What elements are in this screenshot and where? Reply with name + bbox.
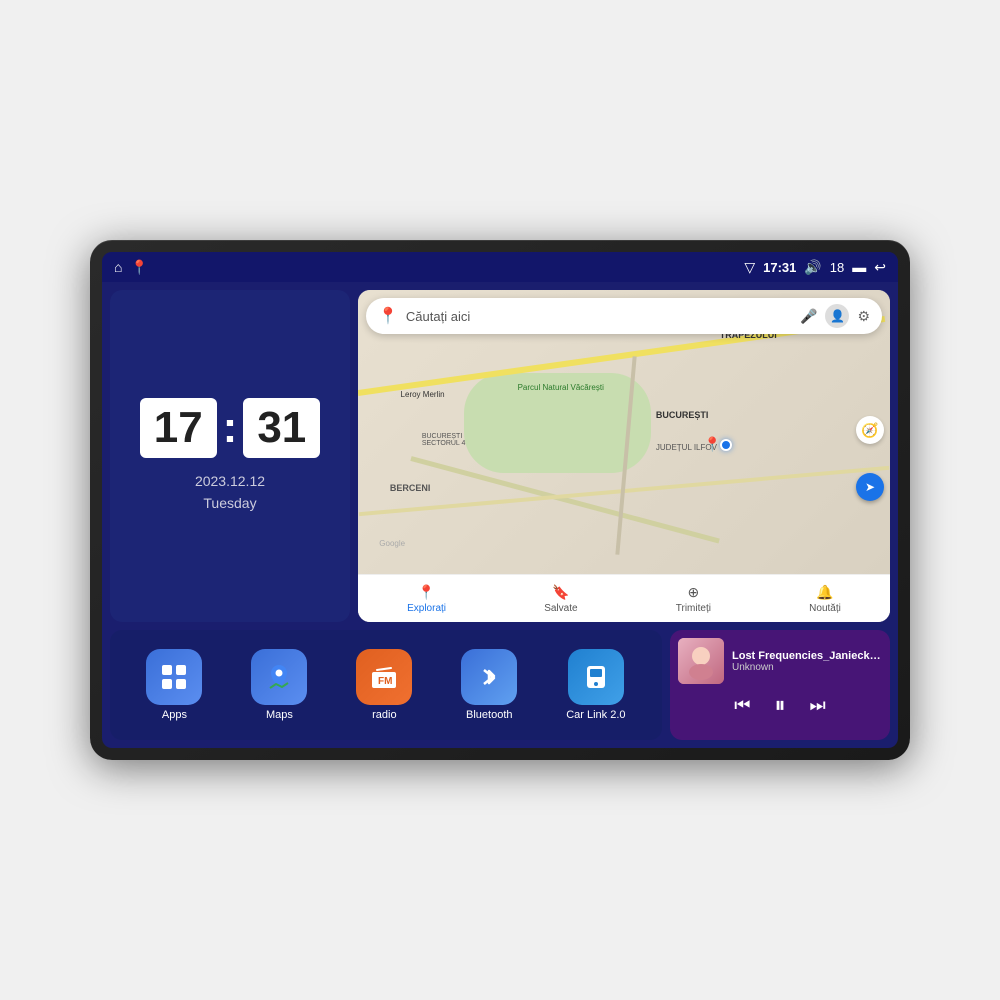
map-panel[interactable]: TRAPEZULUI BUCUREȘTI JUDEȚUL ILFOV BERCE… (358, 290, 890, 622)
clock-display: 17 : 31 (140, 398, 321, 458)
maps-icon (251, 649, 307, 705)
home-icon[interactable]: ⌂ (114, 259, 122, 275)
map-nav-explore[interactable]: 📍 Explorați (407, 584, 446, 614)
clock-date: 2023.12.12 Tuesday (195, 470, 265, 515)
svg-text:FM: FM (378, 676, 392, 687)
volume-level: 18 (830, 260, 844, 275)
next-button[interactable]: ⏭ (810, 695, 826, 716)
map-search-text[interactable]: Căutați aici (406, 309, 792, 324)
back-icon[interactable]: ↩ (874, 259, 886, 276)
apps-icon (146, 649, 202, 705)
screen: ⌂ 📍 ▽ 17:31 🔊 18 ▬ ↩ 17 : 31 (102, 252, 898, 748)
battery-icon: ▬ (852, 259, 866, 275)
music-title: Lost Frequencies_Janieck Devy-... (732, 650, 882, 662)
clock-panel: 17 : 31 2023.12.12 Tuesday (110, 290, 350, 622)
map-search-bar[interactable]: 📍 Căutați aici 🎤 👤 ⚙ (366, 298, 882, 334)
map-settings-icon[interactable]: ⚙ (857, 308, 870, 325)
music-controls: ⏮ ⏸ ⏭ (678, 690, 882, 720)
radio-label: radio (372, 709, 396, 721)
maps-label: Maps (266, 709, 293, 721)
clock-hours: 17 (140, 398, 217, 458)
radio-icon: FM (356, 649, 412, 705)
status-left-icons: ⌂ 📍 (114, 259, 148, 276)
top-row: 17 : 31 2023.12.12 Tuesday (110, 290, 890, 622)
app-launcher: Apps Maps (110, 630, 662, 740)
music-info: Lost Frequencies_Janieck Devy-... Unknow… (732, 650, 882, 673)
carlink-icon (568, 649, 624, 705)
clock-minutes: 31 (243, 398, 320, 458)
map-bottom-bar: 📍 Explorați 🔖 Salvate ⊕ Trimiteți 🔔 (358, 574, 890, 622)
app-item-maps[interactable]: Maps (251, 649, 307, 721)
app-item-radio[interactable]: FM radio (356, 649, 412, 721)
device: ⌂ 📍 ▽ 17:31 🔊 18 ▬ ↩ 17 : 31 (90, 240, 910, 760)
map-mic-icon[interactable]: 🎤 (800, 308, 817, 325)
carlink-label: Car Link 2.0 (566, 709, 625, 721)
status-bar: ⌂ 📍 ▽ 17:31 🔊 18 ▬ ↩ (102, 252, 898, 282)
app-item-carlink[interactable]: Car Link 2.0 (566, 649, 625, 721)
app-item-bluetooth[interactable]: Bluetooth (461, 649, 517, 721)
map-background: TRAPEZULUI BUCUREȘTI JUDEȚUL ILFOV BERCE… (358, 290, 890, 622)
bluetooth-label: Bluetooth (466, 709, 512, 721)
main-content: 17 : 31 2023.12.12 Tuesday (102, 282, 898, 748)
app-item-apps[interactable]: Apps (146, 649, 202, 721)
volume-icon: 🔊 (804, 259, 821, 276)
map-nav-saved[interactable]: 🔖 Salvate (544, 584, 577, 614)
clock-colon: : (223, 406, 238, 450)
map-avatar[interactable]: 👤 (825, 304, 849, 328)
music-thumbnail (678, 638, 724, 684)
bluetooth-icon (461, 649, 517, 705)
maps-status-icon[interactable]: 📍 (130, 259, 147, 276)
music-top: Lost Frequencies_Janieck Devy-... Unknow… (678, 638, 882, 684)
map-nav-news[interactable]: 🔔 Noutăți (809, 584, 841, 614)
bottom-row: Apps Maps (110, 630, 890, 740)
music-panel: Lost Frequencies_Janieck Devy-... Unknow… (670, 630, 890, 740)
status-time: 17:31 (763, 260, 796, 275)
map-nav-share[interactable]: ⊕ Trimiteți (676, 584, 711, 614)
play-pause-button[interactable]: ⏸ (774, 692, 785, 718)
apps-label: Apps (162, 709, 187, 721)
signal-icon: ▽ (744, 259, 755, 276)
prev-button[interactable]: ⏮ (734, 695, 750, 716)
music-artist: Unknown (732, 662, 882, 673)
map-pin-icon: 📍 (378, 306, 398, 326)
